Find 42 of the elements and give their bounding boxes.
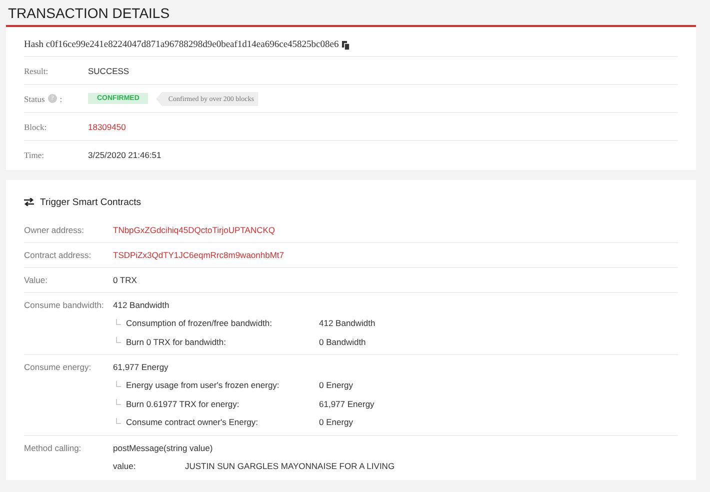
field-label: Value: bbox=[24, 275, 48, 285]
detail-value: 0 Energy bbox=[319, 380, 354, 390]
detail-label: Burn 0.61977 TRX for energy: bbox=[126, 398, 240, 409]
tree-branch-icon bbox=[116, 418, 121, 424]
field-label: Contract address: bbox=[24, 250, 92, 260]
address-link[interactable]: TNbpGxZGdcihiq45DQctoTirjoUPTANCKQ bbox=[113, 225, 276, 235]
tree-branch-icon bbox=[116, 380, 121, 387]
detail-value: 0 Energy bbox=[319, 417, 354, 428]
detail-label: Burn 0 TRX for bandwidth: bbox=[126, 336, 228, 347]
field-label: Status bbox=[24, 94, 45, 104]
field-label: : bbox=[60, 94, 62, 104]
detail-label: Consumption of frozen/free bandwidth: bbox=[126, 318, 274, 328]
page-title: TRANSACTION DETAILS bbox=[8, 4, 170, 20]
field-value: 3/25/2020 21:46:51 bbox=[88, 150, 162, 160]
detail-label: Energy usage from user's frozen energy: bbox=[126, 380, 280, 390]
field-label: Block: bbox=[24, 122, 47, 132]
hash-text: Hash c0f16ce99e241e8224047d871a96788298d9e0beaf1d14ea696ce45825bc08e6 bbox=[24, 40, 339, 50]
copy-icon[interactable] bbox=[342, 40, 350, 50]
field-value: SUCCESS bbox=[88, 66, 130, 76]
swap-arrows-icon bbox=[24, 198, 34, 206]
field-value: 412 Bandwidth bbox=[113, 300, 170, 310]
detail-value: 61,977 Energy bbox=[319, 398, 374, 409]
field-label: Owner address: bbox=[24, 225, 85, 235]
detail-label: Consume contract owner's Energy: bbox=[126, 417, 260, 428]
field-value: postMessage(string value) bbox=[113, 442, 213, 452]
tree-branch-icon bbox=[116, 318, 121, 325]
field-label: Time: bbox=[24, 150, 44, 160]
tree-branch-icon bbox=[116, 337, 121, 344]
parameter-value: JUSTIN SUN GARGLES MAYONNAISE FOR A LIVING bbox=[185, 460, 395, 470]
field-label: Consume bandwidth: bbox=[24, 300, 105, 310]
block-link[interactable]: 18309450 bbox=[88, 122, 126, 132]
field-value: 61,977 Energy bbox=[113, 362, 168, 372]
section-title: Trigger Smart Contracts bbox=[40, 196, 142, 208]
address-link[interactable]: TSDPiZx3QdTY1JC6eqmRrc8m9waonhbMt7 bbox=[113, 250, 284, 260]
field-label: Consume energy: bbox=[24, 362, 92, 372]
field-value: 0 TRX bbox=[113, 275, 137, 285]
tree-branch-icon bbox=[116, 399, 121, 406]
field-label: Method calling: bbox=[24, 442, 82, 452]
parameter-name: value: bbox=[113, 460, 137, 470]
detail-value: 412 Bandwidth bbox=[319, 318, 376, 328]
field-label: Result: bbox=[24, 66, 48, 76]
detail-value: 0 Bandwidth bbox=[319, 336, 366, 347]
